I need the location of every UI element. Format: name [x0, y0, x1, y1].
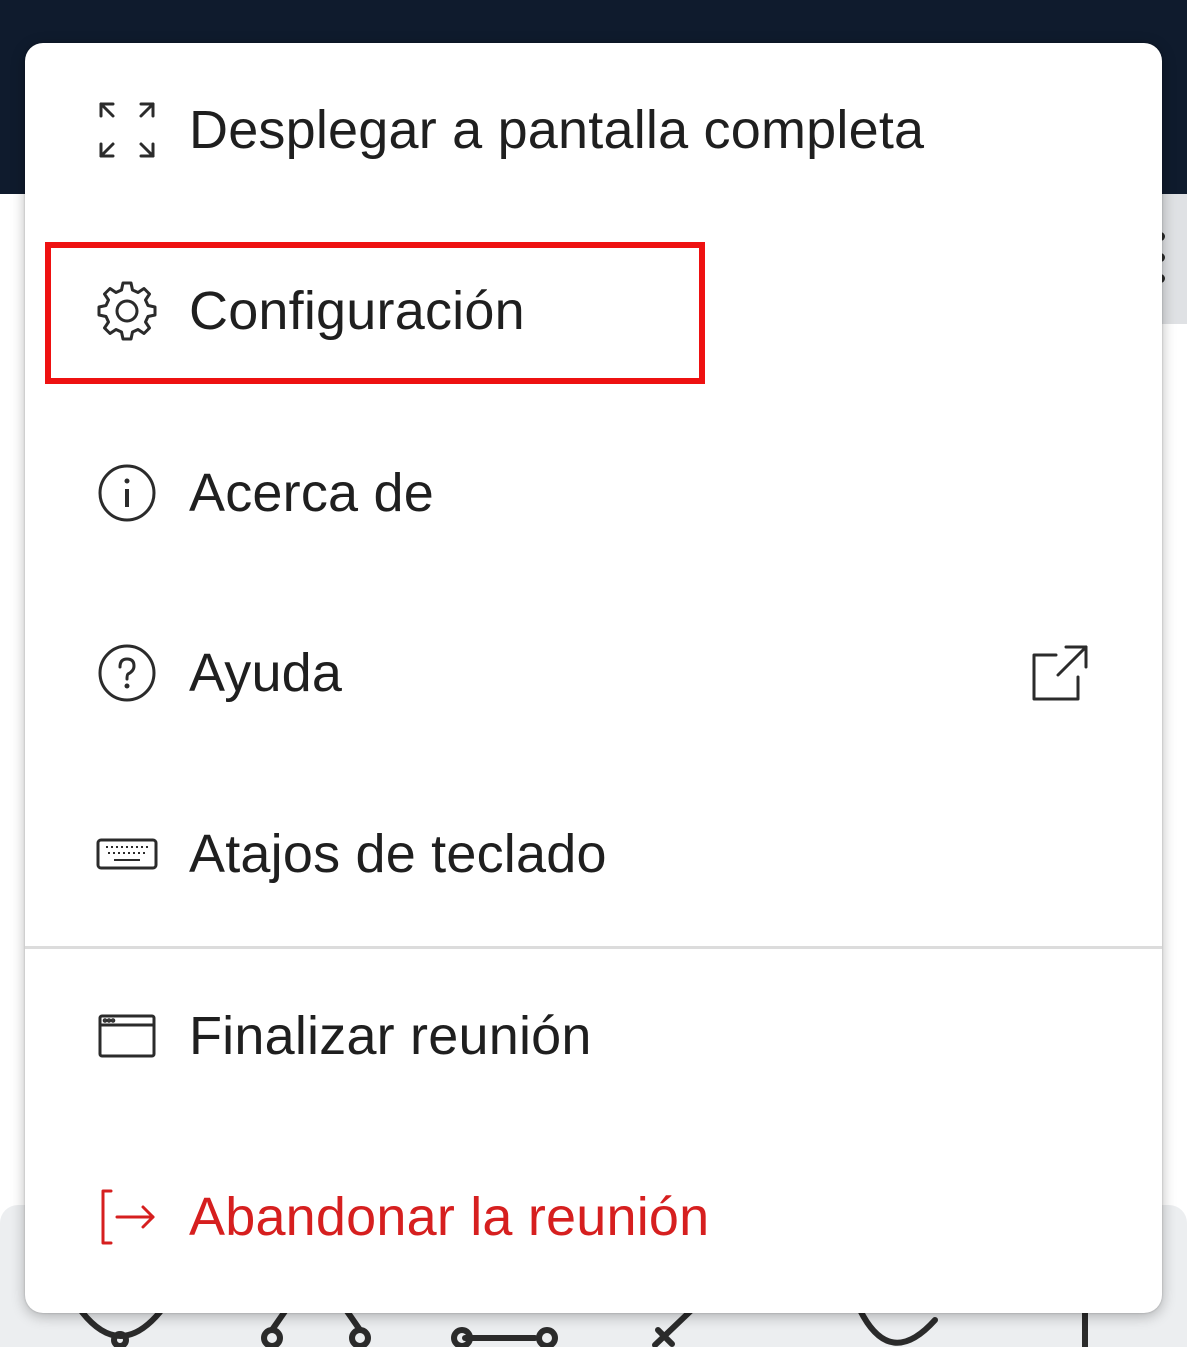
- menu-item-label: Ayuda: [189, 643, 343, 703]
- help-icon: [95, 641, 159, 705]
- menu-item-leave-meeting[interactable]: Abandonar la reunión: [25, 1157, 1162, 1277]
- keyboard-icon: [95, 822, 159, 886]
- leave-icon: [95, 1185, 159, 1249]
- gear-icon: [95, 279, 159, 343]
- window-icon: [95, 1004, 159, 1068]
- menu-item-help[interactable]: Ayuda: [25, 613, 1162, 733]
- menu-item-label: Finalizar reunión: [189, 1006, 592, 1066]
- menu-item-label: Abandonar la reunión: [189, 1187, 710, 1247]
- menu-item-label: Configuración: [189, 281, 525, 341]
- menu-item-label: Acerca de: [189, 463, 434, 523]
- fullscreen-expand-icon: [95, 98, 159, 162]
- menu-item-end-meeting[interactable]: Finalizar reunión: [25, 976, 1162, 1096]
- external-link-icon: [1028, 641, 1092, 705]
- menu-item-label: Desplegar a pantalla completa: [189, 100, 925, 160]
- menu-item-about[interactable]: Acerca de: [25, 433, 1162, 553]
- overflow-menu: Desplegar a pantalla completa Configurac…: [25, 43, 1162, 1313]
- menu-item-label: Atajos de teclado: [189, 824, 607, 884]
- menu-item-fullscreen[interactable]: Desplegar a pantalla completa: [25, 70, 1162, 190]
- menu-item-keyboard-shortcuts[interactable]: Atajos de teclado: [25, 794, 1162, 914]
- menu-divider: [25, 946, 1162, 949]
- info-icon: [95, 461, 159, 525]
- menu-item-settings[interactable]: Configuración: [25, 251, 1162, 371]
